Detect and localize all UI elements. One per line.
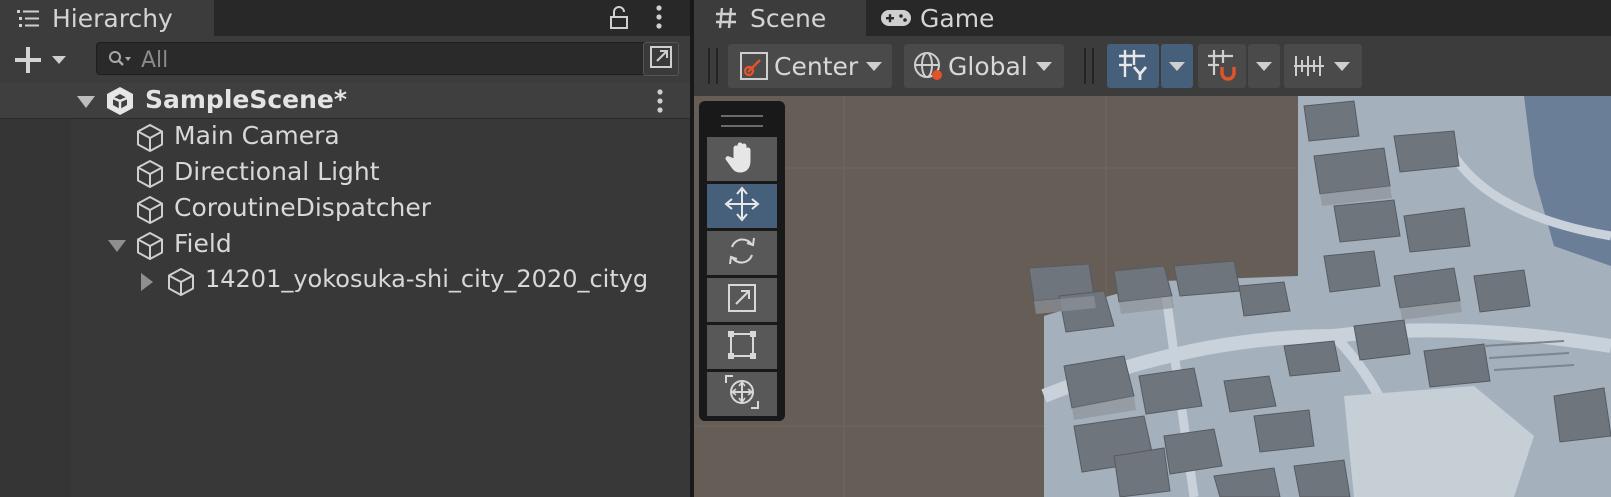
gameobject-cube-icon (134, 122, 166, 158)
list-icon (16, 7, 42, 29)
list-item[interactable]: 14201_yokosuka-shi_city_2020_cityg (0, 263, 690, 299)
chevron-down-icon (1334, 61, 1350, 71)
grid-snapping-dropdown[interactable] (1248, 44, 1280, 88)
scene-viewport[interactable] (694, 96, 1611, 497)
pivot-rotation-dropdown[interactable]: Global (904, 44, 1064, 88)
tab-game[interactable]: Game (866, 0, 1016, 36)
hierarchy-tab-bar: Hierarchy (0, 0, 690, 36)
tool-palette (699, 101, 785, 421)
item-label: CoroutineDispatcher (174, 193, 432, 222)
rotate-icon (724, 233, 760, 273)
chevron-down-icon (866, 61, 883, 71)
scale-tool-button[interactable] (707, 278, 777, 322)
search-expand-button[interactable] (643, 42, 679, 76)
scale-icon (724, 280, 760, 320)
scene-toolbar: Center Global (694, 36, 1611, 96)
scene-panel: Scene Game Center Global (694, 0, 1611, 497)
foldout-collapsed-icon[interactable] (140, 272, 154, 296)
hierarchy-toolbar (0, 36, 703, 84)
chevron-down-icon (1169, 61, 1185, 71)
pivot-mode-dropdown[interactable]: Center (728, 44, 892, 88)
list-item[interactable]: Field (0, 227, 690, 263)
grid-snap-icon (1205, 47, 1239, 85)
scene-kebab-menu-icon[interactable] (657, 89, 663, 117)
hierarchy-panel: Hierarchy All SampleScene* Main Camera D… (0, 0, 703, 497)
search-field[interactable] (96, 42, 703, 75)
tab-game-label: Game (920, 3, 995, 33)
palette-drag-handle[interactable] (721, 115, 763, 127)
rect-tool-button[interactable] (707, 325, 777, 369)
item-label: 14201_yokosuka-shi_city_2020_cityg (205, 265, 649, 293)
unity-scene-icon (104, 85, 136, 121)
gameobject-cube-icon (134, 230, 166, 266)
rect-transform-icon (724, 327, 760, 367)
hand-icon (724, 139, 760, 179)
pivot-rotation-label: Global (948, 51, 1028, 81)
foldout-expanded-icon[interactable] (107, 238, 127, 257)
lock-icon[interactable] (604, 4, 634, 32)
item-label: Field (174, 229, 232, 258)
transform-combo-icon (723, 373, 761, 415)
scene-render (694, 96, 1611, 497)
gameobject-cube-icon (165, 266, 197, 299)
toolbar-grip[interactable] (708, 48, 718, 84)
item-label: Directional Light (174, 157, 380, 186)
move-arrows-icon (723, 185, 761, 227)
scene-tab-bar: Scene Game (694, 0, 1611, 36)
grid-snapping-button[interactable] (1198, 44, 1246, 88)
grid-hash-icon (714, 6, 738, 30)
toolbar-grip[interactable] (1084, 48, 1094, 84)
foldout-expanded-icon[interactable] (76, 94, 96, 113)
list-item[interactable]: CoroutineDispatcher (0, 191, 690, 227)
grid-y-icon (1116, 47, 1150, 85)
gameobject-cube-icon (134, 158, 166, 194)
tab-scene[interactable]: Scene (694, 0, 866, 36)
move-tool-button[interactable] (707, 184, 777, 228)
chevron-down-icon (1035, 61, 1052, 71)
search-icon (107, 49, 133, 73)
create-dropdown-button[interactable] (10, 44, 72, 76)
tab-hierarchy-label: Hierarchy (52, 3, 173, 33)
kebab-menu-icon[interactable] (650, 2, 668, 32)
list-item[interactable]: Main Camera (0, 119, 690, 155)
pivot-center-icon (738, 50, 770, 82)
scene-root-row[interactable]: SampleScene* (0, 83, 690, 119)
gamepad-icon (880, 7, 912, 29)
transform-tool-button[interactable] (707, 372, 777, 416)
tab-scene-label: Scene (750, 3, 827, 33)
scene-name: SampleScene* (145, 85, 347, 114)
ruler-increment-icon (1292, 51, 1326, 81)
increment-snap-dropdown[interactable] (1284, 44, 1362, 88)
chevron-down-icon (1256, 61, 1272, 71)
search-input[interactable] (139, 45, 703, 75)
item-label: Main Camera (174, 121, 340, 150)
gameobject-cube-icon (134, 194, 166, 230)
grid-visibility-button[interactable] (1107, 44, 1159, 88)
grid-axis-dropdown[interactable] (1161, 44, 1193, 88)
open-window-icon (648, 44, 674, 74)
pivot-mode-label: Center (774, 51, 859, 81)
globe-icon (912, 50, 946, 82)
rotate-tool-button[interactable] (707, 231, 777, 275)
tab-hierarchy[interactable]: Hierarchy (0, 0, 214, 36)
list-item[interactable]: Directional Light (0, 155, 690, 191)
hand-tool-button[interactable] (707, 137, 777, 181)
